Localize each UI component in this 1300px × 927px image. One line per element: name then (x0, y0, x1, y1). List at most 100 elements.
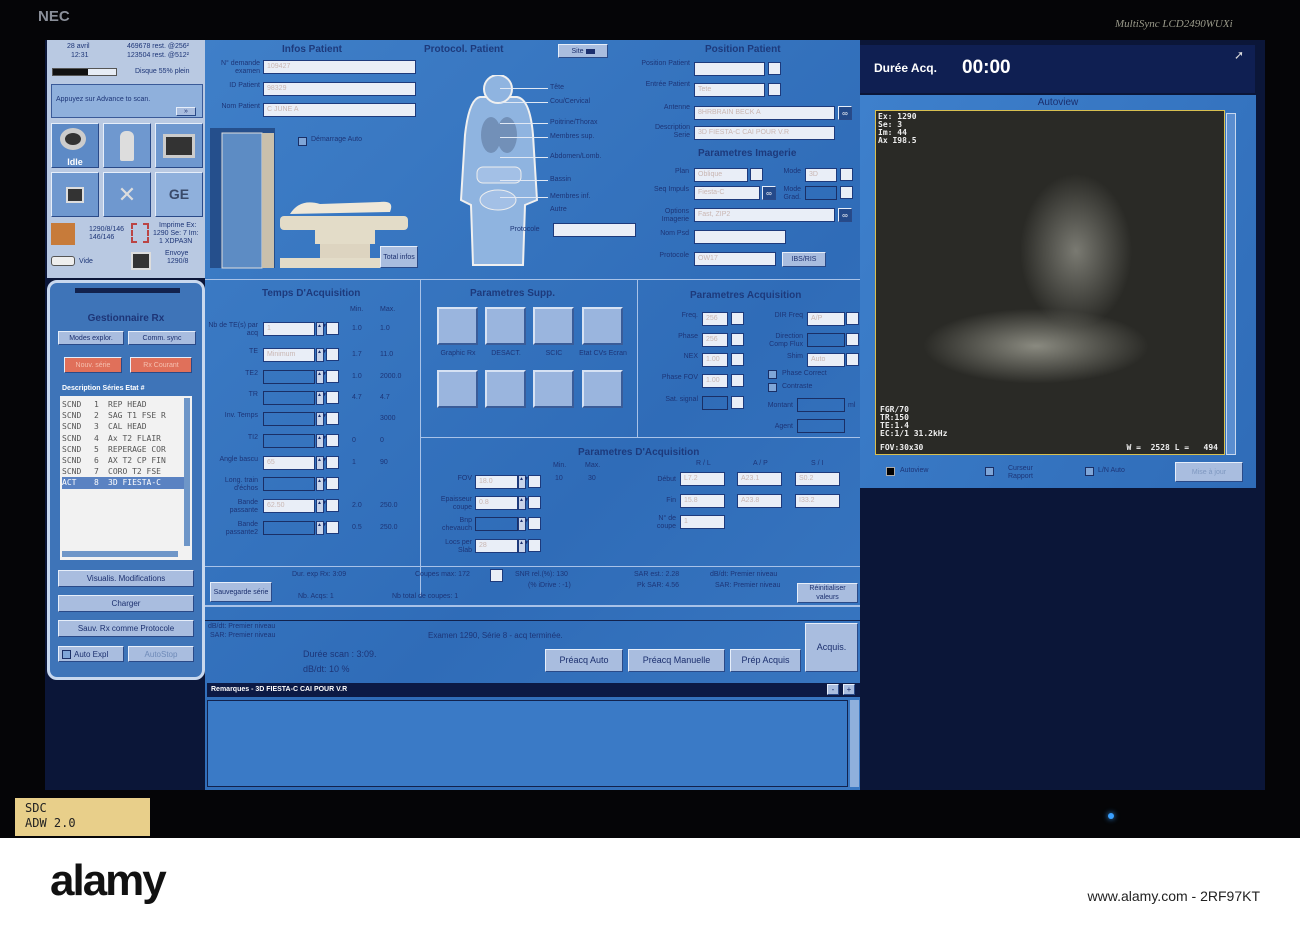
patient-field-input[interactable]: 98329 (263, 82, 416, 96)
body-region-1[interactable]: Cou/Cervical (550, 98, 590, 105)
antenne-input[interactable]: 8HRBRAIN BECK A (694, 106, 835, 120)
remarks-plus-button[interactable]: + (843, 684, 855, 695)
shim-checkbox[interactable] (846, 353, 859, 366)
network-button[interactable] (51, 172, 99, 217)
acq-checkbox[interactable] (731, 353, 744, 366)
geo-checkbox[interactable] (528, 517, 541, 530)
comm-sync-button[interactable]: Comm. sync (128, 331, 196, 345)
series-list[interactable]: SCND 1 REP HEAD SCND 2 SAG T1 FSE R SCND 3 CAL H… (60, 396, 192, 560)
plan-input[interactable]: Oblique (694, 168, 748, 182)
scanner-idle-button[interactable]: Idle (51, 123, 99, 168)
spinner-arrows-icon[interactable]: ▲▼ (316, 456, 327, 470)
geo-input[interactable]: 0.8 (475, 496, 518, 510)
temps-input[interactable] (263, 391, 315, 405)
fin-input[interactable]: 15.8 (680, 494, 725, 508)
autoview-checkbox[interactable] (886, 467, 895, 476)
remarks-scrollbar[interactable] (850, 700, 859, 787)
series-list-vscrollbar[interactable] (184, 398, 190, 546)
temps-input[interactable]: 65 (263, 456, 315, 470)
tools-button[interactable]: ✕ (103, 172, 151, 217)
viewer-button[interactable] (155, 123, 203, 168)
grad-checkbox[interactable] (840, 186, 853, 199)
body-region-6[interactable]: Membres inf. (550, 193, 590, 200)
acq-checkbox[interactable] (731, 396, 744, 409)
series-row[interactable]: SCND 6 AX T2 CP FIN (62, 455, 190, 466)
antenne-picker-button[interactable]: ∞ (838, 106, 852, 120)
spinner-arrows-icon[interactable]: ▲▼ (316, 434, 327, 448)
mode-input[interactable]: 3D (805, 168, 837, 182)
acq-input[interactable]: 256 (702, 312, 728, 326)
acq-input[interactable]: 1.00 (702, 374, 728, 388)
grad-input[interactable] (805, 186, 837, 200)
temps-checkbox[interactable] (326, 391, 339, 404)
desc-input[interactable]: 3D FIESTA-C CAI POUR V.R (694, 126, 835, 140)
seq-input[interactable]: Fiesta-C (694, 186, 760, 200)
entree-input[interactable]: Tete (694, 83, 765, 97)
auto-expl-checkbox[interactable] (62, 649, 71, 659)
dir-checkbox[interactable] (846, 312, 859, 325)
debut-input[interactable]: S0.2 (795, 472, 840, 486)
geo-input[interactable]: 28 (475, 539, 518, 553)
shim-input[interactable]: Auto (807, 353, 845, 367)
patient-button[interactable] (103, 123, 151, 168)
sauvegarde-serie-button[interactable]: Sauvegarde série (210, 582, 272, 602)
debut-input[interactable]: L7.2 (680, 472, 725, 486)
body-region-2[interactable]: Poitrine/Thorax (550, 119, 597, 126)
temps-checkbox[interactable] (326, 521, 339, 534)
temps-input[interactable] (263, 434, 315, 448)
series-row[interactable]: SCND 4 Ax T2 FLAIR (62, 433, 190, 444)
acq-checkbox[interactable] (731, 374, 744, 387)
temps-input[interactable] (263, 477, 315, 491)
fin-input[interactable]: I33.2 (795, 494, 840, 508)
contraste-checkbox[interactable] (768, 383, 777, 392)
supp-button-0[interactable] (437, 307, 478, 345)
series-row[interactable]: SCND 1 REP HEAD (62, 399, 190, 410)
temps-checkbox[interactable] (326, 434, 339, 447)
temps-input[interactable]: Minimum (263, 348, 315, 362)
autostop-button[interactable]: AutoStop (128, 646, 194, 662)
geo-input[interactable]: 18.0 (475, 475, 518, 489)
temps-checkbox[interactable] (326, 322, 339, 335)
visualis-modifications-button[interactable]: Visualis. Modifications (58, 570, 194, 587)
nompsd-input[interactable] (694, 230, 786, 244)
temps-checkbox[interactable] (326, 412, 339, 425)
supp-button-1[interactable] (485, 307, 526, 345)
body-region-7[interactable]: Autre (550, 206, 567, 213)
reinitialiser-button[interactable]: Réinitialiser valeurs (797, 583, 858, 603)
acq-input[interactable]: 256 (702, 333, 728, 347)
spinner-arrows-icon[interactable]: ▲▼ (316, 348, 327, 362)
seq-picker-button[interactable]: ∞ (762, 186, 776, 200)
supp-button-4[interactable] (437, 370, 478, 408)
protocol-input[interactable] (553, 223, 636, 237)
pos-input[interactable] (694, 62, 765, 76)
geo-checkbox[interactable] (528, 539, 541, 552)
modes-explor-button[interactable]: Modes explor. (58, 331, 124, 345)
patient-field-input[interactable]: C JUNE A (263, 103, 416, 117)
dir-input[interactable]: A/P (807, 312, 845, 326)
body-region-3[interactable]: Membres sup. (550, 133, 594, 140)
remarks-minus-button[interactable]: - (827, 684, 839, 695)
demarrage-auto-checkbox[interactable] (298, 137, 307, 146)
remarks-textarea[interactable] (207, 700, 848, 787)
ln-auto-checkbox[interactable] (1085, 467, 1094, 476)
series-row[interactable]: ACT 8 3D FIESTA-C (62, 477, 190, 489)
acq-input[interactable] (702, 396, 728, 410)
curseur-checkbox[interactable] (985, 467, 994, 476)
temps-input[interactable]: 62.50 (263, 499, 315, 513)
flux-input[interactable] (807, 333, 845, 347)
mode-checkbox[interactable] (840, 168, 853, 181)
auto-expl-toggle[interactable]: Auto Expl (58, 646, 124, 662)
acquis-button[interactable]: Acquis. (805, 623, 858, 672)
entree-checkbox[interactable] (768, 83, 781, 96)
acq-input[interactable]: 1.00 (702, 353, 728, 367)
body-region-0[interactable]: Tête (550, 84, 564, 91)
geo-checkbox[interactable] (528, 496, 541, 509)
spinner-arrows-icon[interactable]: ▲▼ (316, 499, 327, 513)
spinner-arrows-icon[interactable]: ▲▼ (518, 496, 529, 510)
debut-input[interactable]: A23.1 (737, 472, 782, 486)
preacq-manuelle-button[interactable]: Préacq Manuelle (628, 649, 725, 672)
plan-checkbox[interactable] (750, 168, 763, 181)
spinner-arrows-icon[interactable]: ▲▼ (518, 517, 529, 531)
supp-button-5[interactable] (485, 370, 526, 408)
options-picker-button[interactable]: ∞ (838, 208, 852, 222)
